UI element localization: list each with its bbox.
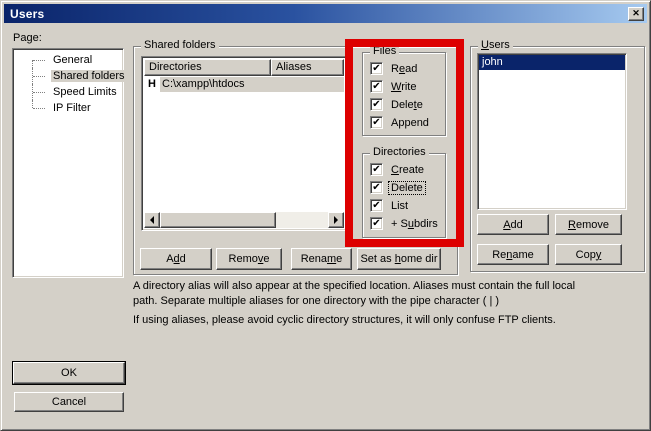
column-header-aliases[interactable]: Aliases — [271, 59, 344, 76]
checkbox-write[interactable]: ✔ Write — [370, 80, 445, 93]
page-label: Page: — [13, 32, 42, 44]
files-group: Files ✔ Read ✔ Write ✔ Delete ✔ Append — [362, 52, 446, 136]
users-group-label: Users — [478, 39, 513, 51]
home-marker: H — [144, 78, 160, 90]
page-item-general[interactable]: General — [13, 52, 123, 68]
button-label: Copy — [576, 249, 602, 261]
page-item-speed-limits[interactable]: Speed Limits — [13, 84, 123, 100]
checkbox-box[interactable]: ✔ — [370, 181, 383, 194]
tree-line — [32, 60, 33, 68]
checkbox-create[interactable]: ✔ Create — [370, 163, 445, 176]
tree-line — [33, 60, 45, 61]
checkbox-label: Read — [389, 63, 419, 75]
checkbox-box[interactable]: ✔ — [370, 217, 383, 230]
button-label: Add — [503, 219, 523, 231]
checkbox-box[interactable]: ✔ — [370, 163, 383, 176]
shared-folders-list[interactable]: Directories Aliases H C:\xampp\htdocs — [141, 56, 347, 231]
right-arrow-icon — [334, 216, 338, 224]
check-icon: ✔ — [372, 165, 380, 175]
checkbox-append[interactable]: ✔ Append — [370, 116, 445, 129]
button-label: Remove — [229, 253, 270, 265]
user-remove-button[interactable]: Remove — [555, 214, 622, 235]
user-add-button[interactable]: Add — [477, 214, 549, 235]
user-item-john[interactable]: john — [479, 55, 625, 70]
user-rename-button[interactable]: Rename — [477, 244, 549, 265]
close-icon: ✕ — [632, 9, 640, 18]
directory-path: C:\xampp\htdocs — [160, 77, 344, 92]
ok-button[interactable]: OK — [13, 362, 125, 384]
shared-folders-group-label: Shared folders — [141, 39, 219, 51]
checkbox-label: Create — [389, 164, 426, 176]
horizontal-scrollbar[interactable] — [144, 212, 344, 228]
tree-line — [33, 108, 45, 109]
checkbox-delete-dirs[interactable]: ✔ Delete — [370, 181, 445, 194]
directory-row[interactable]: H C:\xampp\htdocs — [144, 76, 344, 92]
checkbox-subdirs[interactable]: ✔ + Subdirs — [370, 217, 445, 230]
close-button[interactable]: ✕ — [628, 7, 644, 21]
directories-group-label: Directories — [370, 146, 429, 158]
checkbox-label: Delete — [389, 99, 425, 111]
button-label: Rename — [492, 249, 534, 261]
checkbox-label: List — [389, 200, 410, 212]
checkbox-box[interactable]: ✔ — [370, 199, 383, 212]
folder-remove-button[interactable]: Remove — [216, 248, 282, 270]
list-header: Directories Aliases — [144, 59, 344, 76]
tree-line — [33, 76, 45, 77]
users-dialog: { "window": { "title": "Users" }, "glyph… — [0, 0, 651, 431]
alias-info-line1: A directory alias will also appear at th… — [133, 280, 575, 292]
checkbox-read[interactable]: ✔ Read — [370, 62, 445, 75]
tree-line — [33, 92, 45, 93]
alias-info-line3: If using aliases, please avoid cyclic di… — [133, 314, 556, 326]
scrollbar-thumb[interactable] — [160, 212, 276, 228]
checkbox-label: Append — [389, 117, 431, 129]
check-icon: ✔ — [372, 118, 380, 128]
check-icon: ✔ — [372, 201, 380, 211]
checkbox-box[interactable]: ✔ — [370, 62, 383, 75]
alias-info-line2: path. Separate multiple aliases for one … — [133, 295, 499, 307]
scrollbar-track[interactable] — [276, 212, 328, 228]
button-label: Rename — [301, 253, 343, 265]
users-list[interactable]: john — [477, 53, 627, 210]
check-icon: ✔ — [372, 219, 380, 229]
cancel-button[interactable]: Cancel — [14, 392, 124, 412]
window-title: Users — [10, 7, 44, 21]
button-label: Remove — [568, 219, 609, 231]
checkbox-delete-files[interactable]: ✔ Delete — [370, 98, 445, 111]
user-copy-button[interactable]: Copy — [555, 244, 622, 265]
scroll-right-button[interactable] — [328, 212, 344, 228]
page-list[interactable]: General Shared folders Speed Limits IP F… — [12, 48, 124, 278]
titlebar[interactable]: Users ✕ — [4, 4, 647, 23]
folder-add-button[interactable]: Add — [140, 248, 212, 270]
page-item-shared-folders[interactable]: Shared folders — [13, 68, 123, 84]
checkbox-list[interactable]: ✔ List — [370, 199, 445, 212]
button-label: Add — [166, 253, 186, 265]
checkbox-label: Write — [389, 81, 418, 93]
set-as-home-dir-button[interactable]: Set as home dir — [357, 248, 441, 270]
checkbox-label: Delete — [389, 182, 425, 194]
column-header-directories[interactable]: Directories — [144, 59, 271, 76]
left-arrow-icon — [150, 216, 154, 224]
files-group-label: Files — [370, 45, 399, 57]
check-icon: ✔ — [372, 100, 380, 110]
checkbox-label: + Subdirs — [389, 218, 440, 230]
page-item-ip-filter[interactable]: IP Filter — [13, 100, 123, 116]
check-icon: ✔ — [372, 64, 380, 74]
check-icon: ✔ — [372, 183, 380, 193]
checkbox-box[interactable]: ✔ — [370, 98, 383, 111]
directories-group: Directories ✔ Create ✔ Delete ✔ List ✔ +… — [362, 153, 446, 238]
checkbox-box[interactable]: ✔ — [370, 116, 383, 129]
checkbox-box[interactable]: ✔ — [370, 80, 383, 93]
check-icon: ✔ — [372, 82, 380, 92]
button-label: Set as home dir — [360, 253, 437, 265]
scroll-left-button[interactable] — [144, 212, 160, 228]
tree-line — [32, 100, 33, 108]
folder-rename-button[interactable]: Rename — [291, 248, 352, 270]
